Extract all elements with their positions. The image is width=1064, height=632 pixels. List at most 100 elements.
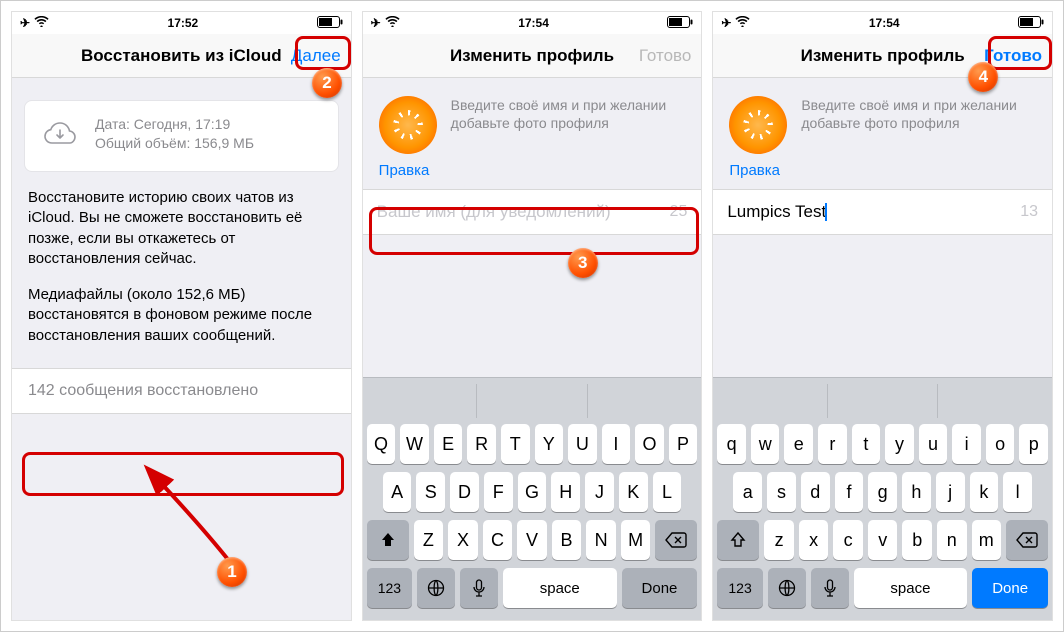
key-q[interactable]: Q xyxy=(367,424,396,464)
key-n[interactable]: N xyxy=(586,520,616,560)
shift-key[interactable] xyxy=(367,520,409,560)
done-key[interactable]: Done xyxy=(622,568,698,608)
edit-photo-link[interactable]: Правка xyxy=(379,162,686,179)
profile-avatar[interactable] xyxy=(729,96,787,154)
key-f[interactable]: F xyxy=(484,472,513,512)
callout-badge-3: 3 xyxy=(568,248,598,278)
cloud-restore-icon xyxy=(39,115,81,157)
key-k[interactable]: K xyxy=(619,472,648,512)
profile-avatar[interactable] xyxy=(379,96,437,154)
key-v[interactable]: V xyxy=(517,520,547,560)
key-o[interactable]: O xyxy=(635,424,664,464)
key-u[interactable]: U xyxy=(568,424,597,464)
name-input[interactable]: Ваше имя (для уведомлений) 25 xyxy=(363,189,702,235)
key-a[interactable]: a xyxy=(733,472,762,512)
nav-bar: Изменить профиль Готово xyxy=(713,34,1052,78)
key-a[interactable]: A xyxy=(383,472,412,512)
globe-key[interactable] xyxy=(417,568,455,608)
profile-hint: Введите своё имя и при желании добавьте … xyxy=(451,96,686,132)
key-f[interactable]: f xyxy=(835,472,864,512)
restore-description-2: Медиафайлы (около 152,6 МБ) восстановятс… xyxy=(28,285,335,346)
space-key[interactable]: space xyxy=(503,568,617,608)
key-k[interactable]: k xyxy=(970,472,999,512)
shift-key[interactable] xyxy=(717,520,759,560)
key-m[interactable]: m xyxy=(972,520,1002,560)
key-j[interactable]: j xyxy=(936,472,965,512)
globe-key[interactable] xyxy=(768,568,806,608)
key-r[interactable]: r xyxy=(818,424,847,464)
key-m[interactable]: M xyxy=(621,520,651,560)
key-e[interactable]: e xyxy=(784,424,813,464)
profile-hint: Введите своё имя и при желании добавьте … xyxy=(801,96,1036,132)
edit-photo-link[interactable]: Правка xyxy=(729,162,1036,179)
nav-title: Восстановить из iCloud xyxy=(81,46,282,66)
key-l[interactable]: L xyxy=(653,472,682,512)
key-u[interactable]: u xyxy=(919,424,948,464)
mic-key[interactable] xyxy=(460,568,498,608)
mic-key[interactable] xyxy=(811,568,849,608)
numbers-key[interactable]: 123 xyxy=(367,568,412,608)
key-c[interactable]: C xyxy=(483,520,513,560)
done-button[interactable]: Готово xyxy=(984,46,1042,66)
keyboard[interactable]: qwertyuiop asdfghjkl zxcvbnm 123 space D… xyxy=(713,377,1052,620)
key-p[interactable]: P xyxy=(669,424,698,464)
nav-title: Изменить профиль xyxy=(450,46,614,66)
key-g[interactable]: G xyxy=(518,472,547,512)
key-i[interactable]: I xyxy=(602,424,631,464)
key-i[interactable]: i xyxy=(952,424,981,464)
char-count: 25 xyxy=(670,203,688,221)
key-w[interactable]: w xyxy=(751,424,780,464)
callout-badge-2: 2 xyxy=(312,68,342,98)
key-b[interactable]: b xyxy=(902,520,932,560)
char-count: 13 xyxy=(1020,203,1038,221)
wifi-icon xyxy=(34,16,49,30)
key-w[interactable]: W xyxy=(400,424,429,464)
suggestion-bar[interactable] xyxy=(367,384,698,418)
key-o[interactable]: o xyxy=(986,424,1015,464)
key-d[interactable]: d xyxy=(801,472,830,512)
next-button[interactable]: Далее xyxy=(291,46,341,66)
key-p[interactable]: p xyxy=(1019,424,1048,464)
backup-date: Дата: Сегодня, 17:19 xyxy=(95,115,254,134)
key-h[interactable]: h xyxy=(902,472,931,512)
backspace-key[interactable] xyxy=(655,520,697,560)
key-s[interactable]: S xyxy=(416,472,445,512)
name-input[interactable]: Lumpics Test 13 xyxy=(713,189,1052,235)
key-y[interactable]: y xyxy=(885,424,914,464)
key-v[interactable]: v xyxy=(868,520,898,560)
key-h[interactable]: H xyxy=(551,472,580,512)
key-g[interactable]: g xyxy=(868,472,897,512)
name-value: Lumpics Test xyxy=(727,202,826,222)
wifi-icon xyxy=(385,16,400,30)
key-b[interactable]: B xyxy=(552,520,582,560)
status-bar: ✈ 17:54 xyxy=(713,12,1052,34)
key-t[interactable]: T xyxy=(501,424,530,464)
done-button[interactable]: Готово xyxy=(639,46,692,66)
key-c[interactable]: c xyxy=(833,520,863,560)
done-key[interactable]: Done xyxy=(972,568,1048,608)
key-d[interactable]: D xyxy=(450,472,479,512)
key-r[interactable]: R xyxy=(467,424,496,464)
key-e[interactable]: E xyxy=(434,424,463,464)
key-l[interactable]: l xyxy=(1003,472,1032,512)
key-s[interactable]: s xyxy=(767,472,796,512)
restore-description-1: Восстановите историю своих чатов из iClo… xyxy=(28,188,335,269)
key-t[interactable]: t xyxy=(852,424,881,464)
backspace-key[interactable] xyxy=(1006,520,1048,560)
screen-edit-profile-empty: ✈ 17:54 Изменить профиль Готово Введите … xyxy=(362,11,703,621)
status-time: 17:54 xyxy=(869,16,900,30)
keyboard[interactable]: QWERTYUIOP ASDFGHJKL ZXCVBNM 123 space D… xyxy=(363,377,702,620)
key-x[interactable]: X xyxy=(448,520,478,560)
key-z[interactable]: z xyxy=(764,520,794,560)
key-n[interactable]: n xyxy=(937,520,967,560)
space-key[interactable]: space xyxy=(854,568,968,608)
screen-restore-icloud: ✈ 17:52 Восстановить из iCloud Далее xyxy=(11,11,352,621)
numbers-key[interactable]: 123 xyxy=(717,568,762,608)
key-j[interactable]: J xyxy=(585,472,614,512)
key-q[interactable]: q xyxy=(717,424,746,464)
airplane-icon: ✈ xyxy=(20,16,30,30)
key-y[interactable]: Y xyxy=(535,424,564,464)
key-z[interactable]: Z xyxy=(414,520,444,560)
suggestion-bar[interactable] xyxy=(717,384,1048,418)
key-x[interactable]: x xyxy=(799,520,829,560)
